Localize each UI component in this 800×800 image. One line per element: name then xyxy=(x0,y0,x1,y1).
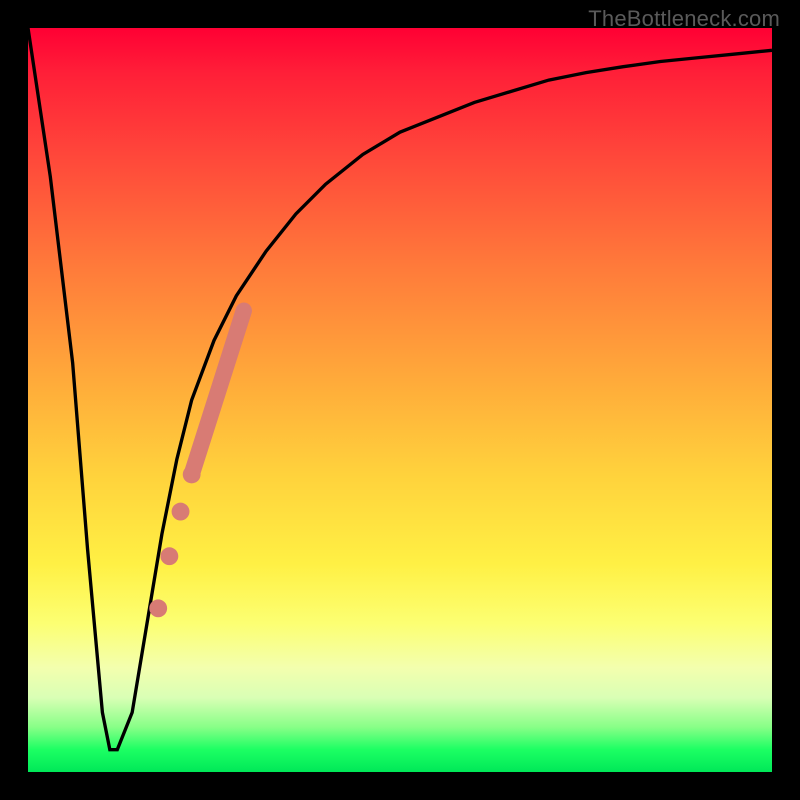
highlight-dot xyxy=(172,503,190,521)
bottleneck-curve xyxy=(28,28,772,750)
highlight-dot xyxy=(160,547,178,565)
chart-frame: TheBottleneck.com xyxy=(0,0,800,800)
highlight-dot xyxy=(183,465,201,483)
plot-area xyxy=(28,28,772,772)
chart-svg xyxy=(28,28,772,772)
curve-group xyxy=(28,28,772,750)
marker-group xyxy=(149,311,243,618)
highlight-dot xyxy=(149,599,167,617)
watermark-text: TheBottleneck.com xyxy=(588,6,780,32)
